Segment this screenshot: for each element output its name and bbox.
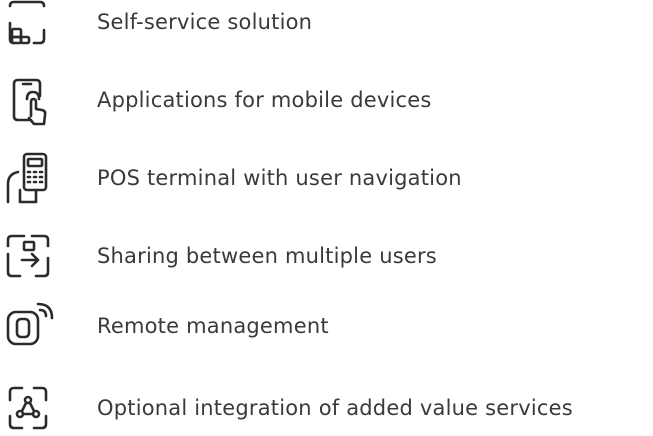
feature-item-remote-management: Remote management — [0, 298, 653, 354]
feature-label: Optional integration of added value serv… — [97, 396, 573, 420]
self-service-icon — [0, 0, 56, 50]
feature-list: Self-service solution Applications for m… — [0, 0, 653, 430]
feature-page: Self-service solution Applications for m… — [0, 0, 653, 430]
feature-label: Remote management — [97, 314, 329, 338]
feature-label: Self-service solution — [97, 10, 313, 34]
feature-label: Sharing between multiple users — [97, 244, 437, 268]
mobile-tap-icon — [0, 72, 56, 128]
feature-item-self-service: Self-service solution — [0, 0, 653, 50]
feature-item-mobile-apps: Applications for mobile devices — [0, 72, 653, 128]
feature-item-pos-terminal: POS terminal with user navigation — [0, 150, 653, 206]
share-device-icon — [0, 228, 56, 284]
integration-services-icon — [0, 380, 56, 436]
feature-label: Applications for mobile devices — [97, 88, 432, 112]
feature-label: POS terminal with user navigation — [97, 166, 462, 190]
feature-item-integration: Optional integration of added value serv… — [0, 380, 653, 436]
remote-management-icon — [0, 298, 56, 354]
feature-item-sharing: Sharing between multiple users — [0, 228, 653, 284]
pos-terminal-icon — [0, 150, 56, 206]
